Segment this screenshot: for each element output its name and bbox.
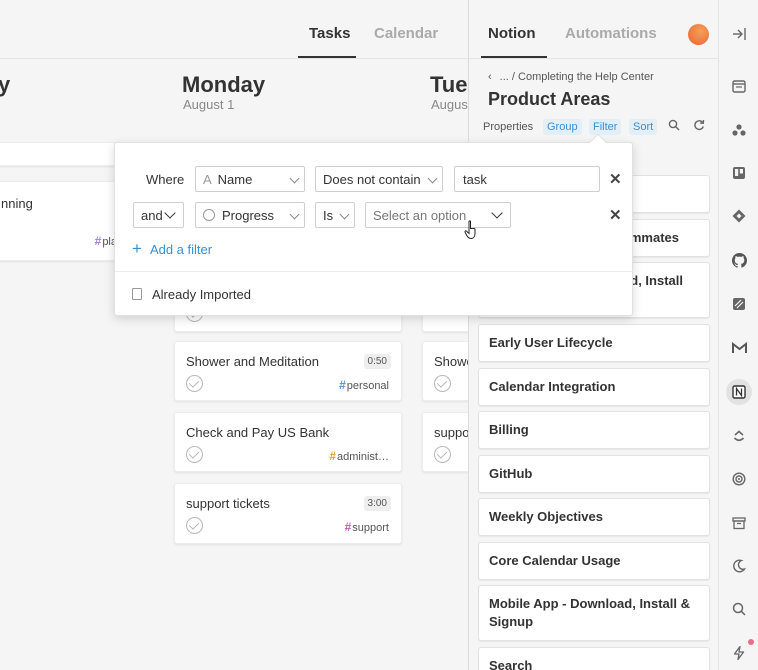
asana-icon[interactable] bbox=[729, 120, 749, 140]
status-property-icon bbox=[203, 209, 215, 221]
product-area-item[interactable]: Weekly Objectives bbox=[478, 498, 710, 536]
bolt-icon[interactable] bbox=[729, 643, 749, 663]
chevron-down-icon bbox=[164, 207, 176, 219]
github-icon[interactable] bbox=[729, 250, 749, 270]
already-imported-option[interactable]: Already Imported bbox=[152, 287, 251, 302]
task-duration: 3:00 bbox=[363, 496, 391, 511]
task-tag: #administ… bbox=[329, 449, 389, 463]
integration-panel: Notion Automations ‹... / Completing the… bbox=[468, 0, 719, 670]
chevron-down-icon bbox=[289, 173, 300, 184]
filter-popup: Where A Name Does not contain task ✕ and… bbox=[114, 133, 634, 316]
sort-button[interactable]: Sort bbox=[629, 119, 658, 135]
text-property-icon: A bbox=[203, 171, 212, 187]
chevron-down-icon bbox=[289, 209, 300, 220]
gmail-icon[interactable] bbox=[729, 338, 749, 358]
archive-icon[interactable] bbox=[729, 513, 749, 533]
complete-check-icon[interactable] bbox=[434, 446, 451, 463]
app-root: Tasks Calendar y Monday August 1 Tues Au… bbox=[0, 0, 758, 670]
task-title: Shower and Meditation bbox=[186, 354, 319, 369]
filter-operator-select[interactable]: Does not contain bbox=[315, 166, 443, 192]
refresh-icon[interactable] bbox=[693, 119, 705, 134]
complete-check-icon[interactable] bbox=[186, 446, 203, 463]
day-title-prev: y bbox=[0, 72, 11, 97]
trello-icon[interactable] bbox=[729, 163, 749, 183]
remove-filter-icon[interactable]: ✕ bbox=[609, 170, 622, 188]
notion-icon[interactable] bbox=[726, 379, 752, 405]
product-area-item[interactable]: Mobile App - Download, Install & Signup bbox=[478, 585, 710, 641]
notification-dot bbox=[748, 639, 754, 645]
active-tab-underline bbox=[298, 56, 356, 58]
filter-option-select[interactable]: Select an option bbox=[365, 202, 511, 228]
todoist-icon[interactable] bbox=[729, 469, 749, 489]
breadcrumb[interactable]: ‹... / Completing the Help Center bbox=[488, 71, 654, 83]
remove-filter-icon[interactable]: ✕ bbox=[609, 206, 622, 224]
task-card-planning[interactable]: nning #pla bbox=[0, 181, 126, 261]
conjunction-select[interactable]: and bbox=[133, 202, 184, 228]
properties-button[interactable]: Properties bbox=[479, 119, 537, 135]
document-icon bbox=[132, 288, 142, 300]
group-button[interactable]: Group bbox=[543, 119, 582, 135]
calendar-app-icon[interactable] bbox=[729, 76, 749, 96]
task-card[interactable]: support tickets 3:00 #support bbox=[174, 483, 402, 544]
tab-calendar[interactable]: Calendar bbox=[374, 25, 438, 42]
tab-notion[interactable]: Notion bbox=[488, 25, 535, 42]
back-chevron-icon[interactable]: ‹ bbox=[488, 71, 492, 83]
complete-check-icon[interactable] bbox=[186, 517, 203, 534]
tab-automations[interactable]: Automations bbox=[565, 25, 657, 42]
add-filter-button[interactable]: + Add a filter bbox=[132, 239, 212, 259]
task-title: nning bbox=[1, 196, 33, 211]
pointer-cursor-icon bbox=[464, 220, 480, 245]
where-label: Where bbox=[146, 172, 185, 187]
task-title: suppo bbox=[434, 425, 470, 440]
product-area-item[interactable]: Core Calendar Usage bbox=[478, 542, 710, 580]
task-input-strip[interactable] bbox=[0, 142, 126, 166]
chevron-down-icon bbox=[339, 209, 350, 220]
product-area-item[interactable]: Billing bbox=[478, 411, 710, 449]
avatar[interactable] bbox=[688, 24, 709, 45]
integrations-sidebar bbox=[718, 0, 758, 670]
complete-check-icon[interactable] bbox=[186, 375, 203, 392]
filter-property-select[interactable]: Progress bbox=[195, 202, 305, 228]
day-date-tuesday: Augus bbox=[431, 97, 468, 112]
product-area-item[interactable]: Calendar Integration bbox=[478, 368, 710, 406]
filter-button[interactable]: Filter bbox=[589, 119, 622, 135]
plus-icon: + bbox=[132, 239, 142, 258]
search-icon[interactable] bbox=[729, 599, 749, 619]
chevron-down-icon bbox=[427, 173, 438, 184]
tab-tasks[interactable]: Tasks bbox=[309, 25, 350, 42]
product-area-item[interactable]: GitHub bbox=[478, 455, 710, 493]
collapse-icon[interactable] bbox=[729, 24, 749, 44]
page-title: Product Areas bbox=[488, 89, 611, 109]
task-card[interactable]: Check and Pay US Bank #administ… bbox=[174, 412, 402, 472]
complete-check-icon[interactable] bbox=[434, 375, 451, 392]
task-duration: 0:50 bbox=[363, 354, 391, 369]
top-bar: Tasks Calendar bbox=[0, 0, 468, 59]
dark-mode-icon[interactable] bbox=[729, 556, 749, 576]
task-tag: #support bbox=[344, 520, 389, 534]
product-area-item[interactable]: Early User Lifecycle bbox=[478, 324, 710, 362]
jira-icon[interactable] bbox=[729, 206, 749, 226]
linear-icon[interactable] bbox=[729, 294, 749, 314]
task-title: Check and Pay US Bank bbox=[186, 425, 330, 440]
task-tag: #personal bbox=[339, 378, 389, 392]
clickup-icon[interactable] bbox=[729, 426, 749, 446]
day-date-monday: August 1 bbox=[183, 97, 235, 112]
product-area-item[interactable]: Search bbox=[478, 647, 710, 670]
filter-property-select[interactable]: A Name bbox=[195, 166, 305, 192]
task-card[interactable]: Shower and Meditation 0:50 #personal bbox=[174, 341, 402, 401]
filter-operator-select[interactable]: Is bbox=[315, 202, 355, 228]
filter-value-input[interactable]: task bbox=[454, 166, 600, 192]
chevron-down-icon bbox=[491, 207, 503, 219]
day-title-monday: Monday bbox=[182, 72, 266, 97]
search-icon[interactable] bbox=[668, 119, 680, 134]
task-title: support tickets bbox=[186, 496, 270, 511]
